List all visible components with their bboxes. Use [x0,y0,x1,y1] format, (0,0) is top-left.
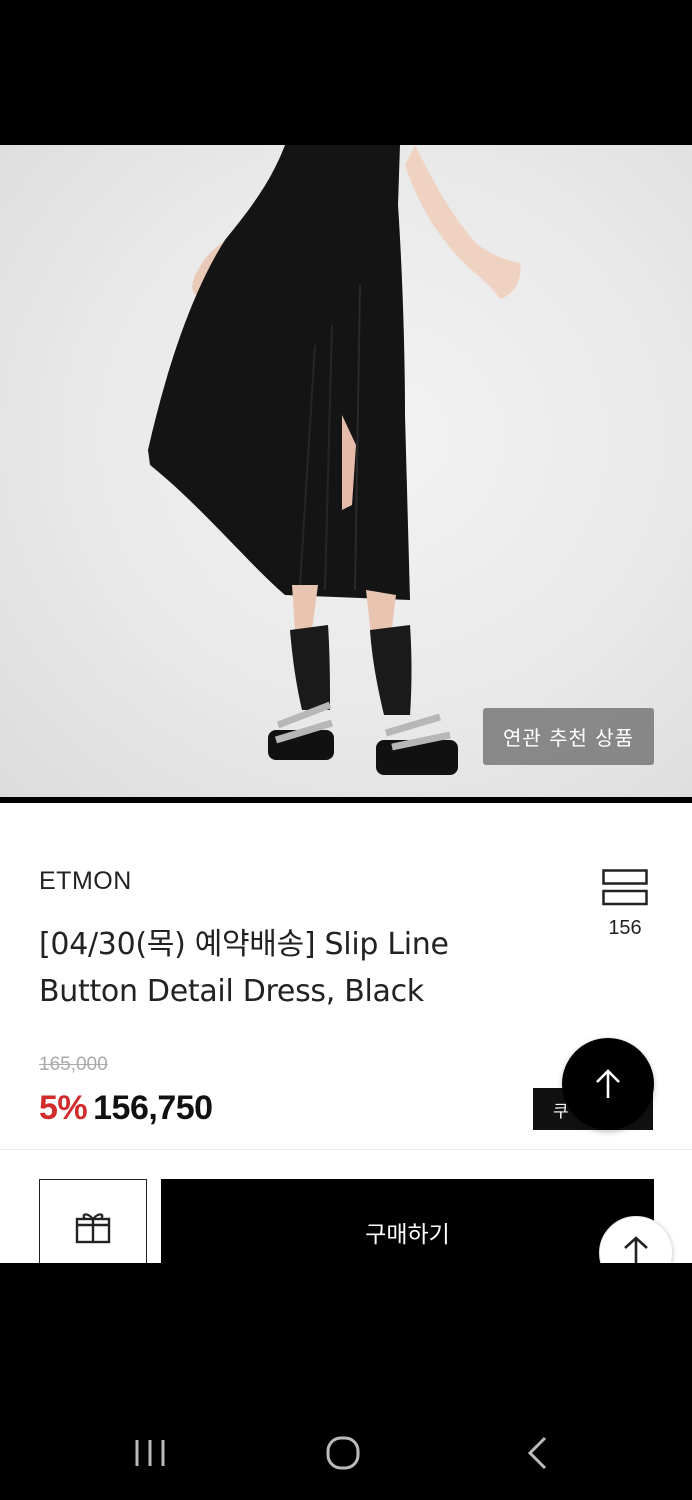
divider [0,1149,692,1150]
product-info-panel: ETMON [04/30(목) 예약배송] Slip Line Button D… [0,803,692,1290]
brand-name[interactable]: ETMON [39,867,132,896]
back-button[interactable] [508,1425,568,1481]
dress-illustration [148,145,521,775]
discount-rate: 5% [39,1089,88,1127]
scroll-top-button[interactable] [562,1038,654,1130]
list-icon [602,869,648,906]
wish-count: 156 [608,917,642,939]
arrow-up-icon [596,1069,620,1098]
back-icon [527,1436,547,1470]
arrow-up-icon [624,1236,648,1264]
home-icon [326,1436,360,1470]
gift-button[interactable] [39,1179,147,1269]
recent-apps-icon [135,1440,165,1466]
price-row: 5% 156,750 [39,1089,213,1128]
recent-apps-button[interactable] [120,1425,180,1481]
home-button[interactable] [313,1425,373,1481]
related-products-button[interactable]: 연관 추천 상품 [483,708,654,765]
status-bar-area [0,0,692,145]
wish-count-button[interactable]: 156 [598,869,652,940]
original-price: 165,000 [39,1054,108,1075]
sale-price: 156,750 [93,1089,213,1127]
gift-icon [75,1213,111,1244]
buy-button[interactable]: 구매하기 [161,1179,654,1269]
product-title: [04/30(목) 예약배송] Slip Line Button Detail … [39,927,449,1009]
product-image[interactable] [0,145,692,797]
